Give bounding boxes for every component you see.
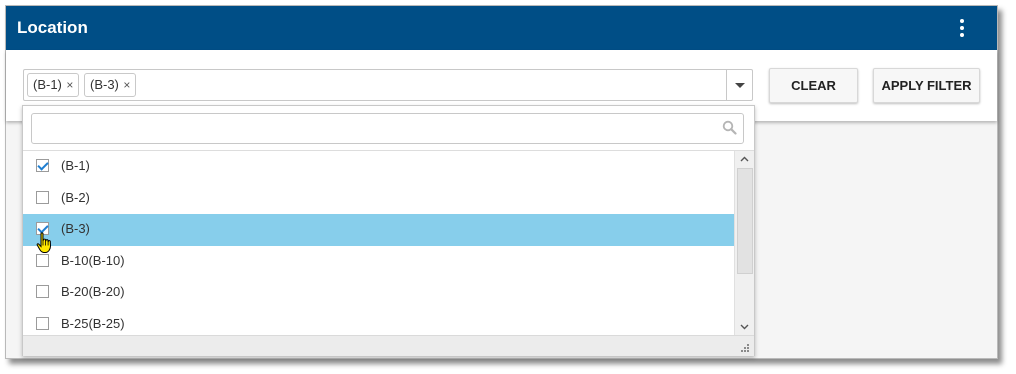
checkbox[interactable] <box>36 285 49 299</box>
option-label: B-10(B-10) <box>61 252 125 268</box>
checkbox[interactable] <box>36 253 49 267</box>
option-label: B-25(B-25) <box>61 315 125 331</box>
dropdown-popup: (B-1) (B-2) (B-3) B-10(B-10) B-20(B-20) … <box>22 105 755 356</box>
checkbox[interactable] <box>36 316 49 330</box>
search-icon <box>722 120 737 135</box>
selected-chip-b3: (B-3) × <box>84 73 136 97</box>
list-item[interactable]: B-25(B-25) <box>23 309 734 335</box>
chip-label: (B-1) <box>33 77 62 92</box>
more-vertical-icon[interactable] <box>956 19 968 39</box>
option-label: B-20(B-20) <box>61 284 125 300</box>
scrollbar-thumb[interactable] <box>737 168 753 274</box>
option-label: (B-1) <box>61 158 90 173</box>
header-bar: Location <box>6 6 997 50</box>
checkbox[interactable] <box>36 159 49 172</box>
scroll-up-icon[interactable] <box>735 151 754 168</box>
search-input[interactable] <box>31 113 744 144</box>
clear-button[interactable]: CLEAR <box>769 68 858 103</box>
apply-filter-button[interactable]: APPLY FILTER <box>873 68 980 103</box>
location-multiselect[interactable]: (B-1) × (B-3) × <box>23 69 753 101</box>
remove-chip-icon[interactable]: × <box>119 74 135 96</box>
resize-bar <box>23 335 754 356</box>
option-label: (B-2) <box>61 189 90 205</box>
list-item[interactable]: (B-1) <box>23 151 734 183</box>
chevron-down-icon <box>735 83 745 88</box>
list-item[interactable]: (B-2) <box>23 183 734 215</box>
page-title: Location <box>17 18 88 37</box>
vertical-scrollbar[interactable] <box>734 151 754 335</box>
selected-chip-b1: (B-1) × <box>27 73 79 97</box>
resize-grip-icon[interactable] <box>738 341 750 353</box>
checkbox[interactable] <box>36 190 49 204</box>
hand-pointer-icon <box>36 232 52 253</box>
chip-label: (B-3) <box>90 77 119 92</box>
list-item[interactable]: B-10(B-10) <box>23 246 734 278</box>
list-item[interactable]: B-20(B-20) <box>23 277 734 309</box>
remove-chip-icon[interactable]: × <box>62 74 78 96</box>
dropdown-toggle-button[interactable] <box>726 70 752 100</box>
options-list: (B-1) (B-2) (B-3) B-10(B-10) B-20(B-20) … <box>23 151 734 335</box>
option-label: (B-3) <box>61 221 90 237</box>
list-item-highlighted[interactable]: (B-3) <box>23 214 734 246</box>
scroll-down-icon[interactable] <box>735 318 754 335</box>
